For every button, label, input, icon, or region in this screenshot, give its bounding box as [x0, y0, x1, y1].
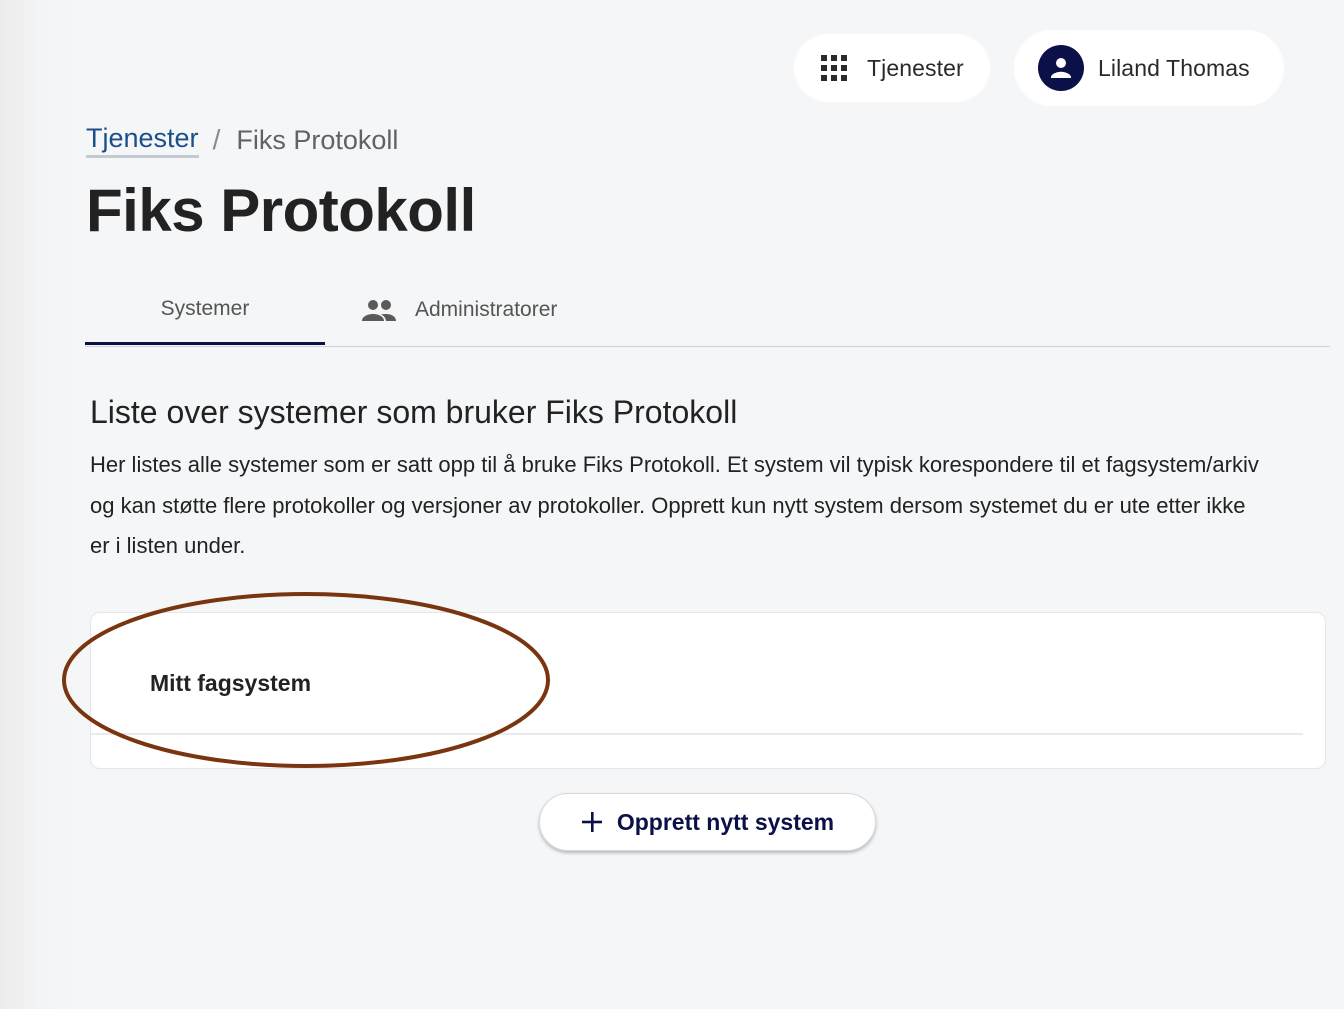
breadcrumb-current: Fiks Protokoll [236, 124, 399, 155]
list-item[interactable]: Mitt fagsystem [91, 613, 1303, 735]
tab-administrators[interactable]: Administratorer [361, 276, 557, 344]
breadcrumb: Tjenester / Fiks Protokoll [86, 120, 398, 160]
tab-administrators-label: Administratorer [415, 298, 558, 321]
breadcrumb-link-services[interactable]: Tjenester [86, 123, 199, 158]
section-heading: Liste over systemer som bruker Fiks Prot… [90, 394, 738, 430]
user-name: Liland Thomas [1098, 54, 1250, 81]
tab-bar: Systemer Administratorer [85, 276, 1330, 347]
apps-grid-icon [821, 55, 847, 81]
create-system-label: Opprett nytt system [616, 808, 835, 835]
create-system-button[interactable]: Opprett nytt system [539, 793, 876, 851]
systems-list: Mitt fagsystem [90, 612, 1326, 769]
plus-icon [581, 812, 602, 832]
people-icon [362, 300, 396, 321]
section-description: Her listes alle systemer som er satt opp… [90, 452, 1259, 558]
page-title: Fiks Protokoll [86, 177, 476, 244]
services-menu-button[interactable]: Tjenester [794, 34, 990, 102]
user-menu-button[interactable]: Liland Thomas [1014, 30, 1284, 106]
tab-systems[interactable]: Systemer [85, 276, 325, 345]
services-menu-label: Tjenester [867, 54, 964, 81]
breadcrumb-separator: / [212, 124, 221, 155]
system-name: Mitt fagsystem [150, 670, 312, 696]
avatar [1038, 45, 1084, 91]
tab-systems-label: Systemer [160, 297, 250, 320]
person-icon [1051, 58, 1071, 78]
